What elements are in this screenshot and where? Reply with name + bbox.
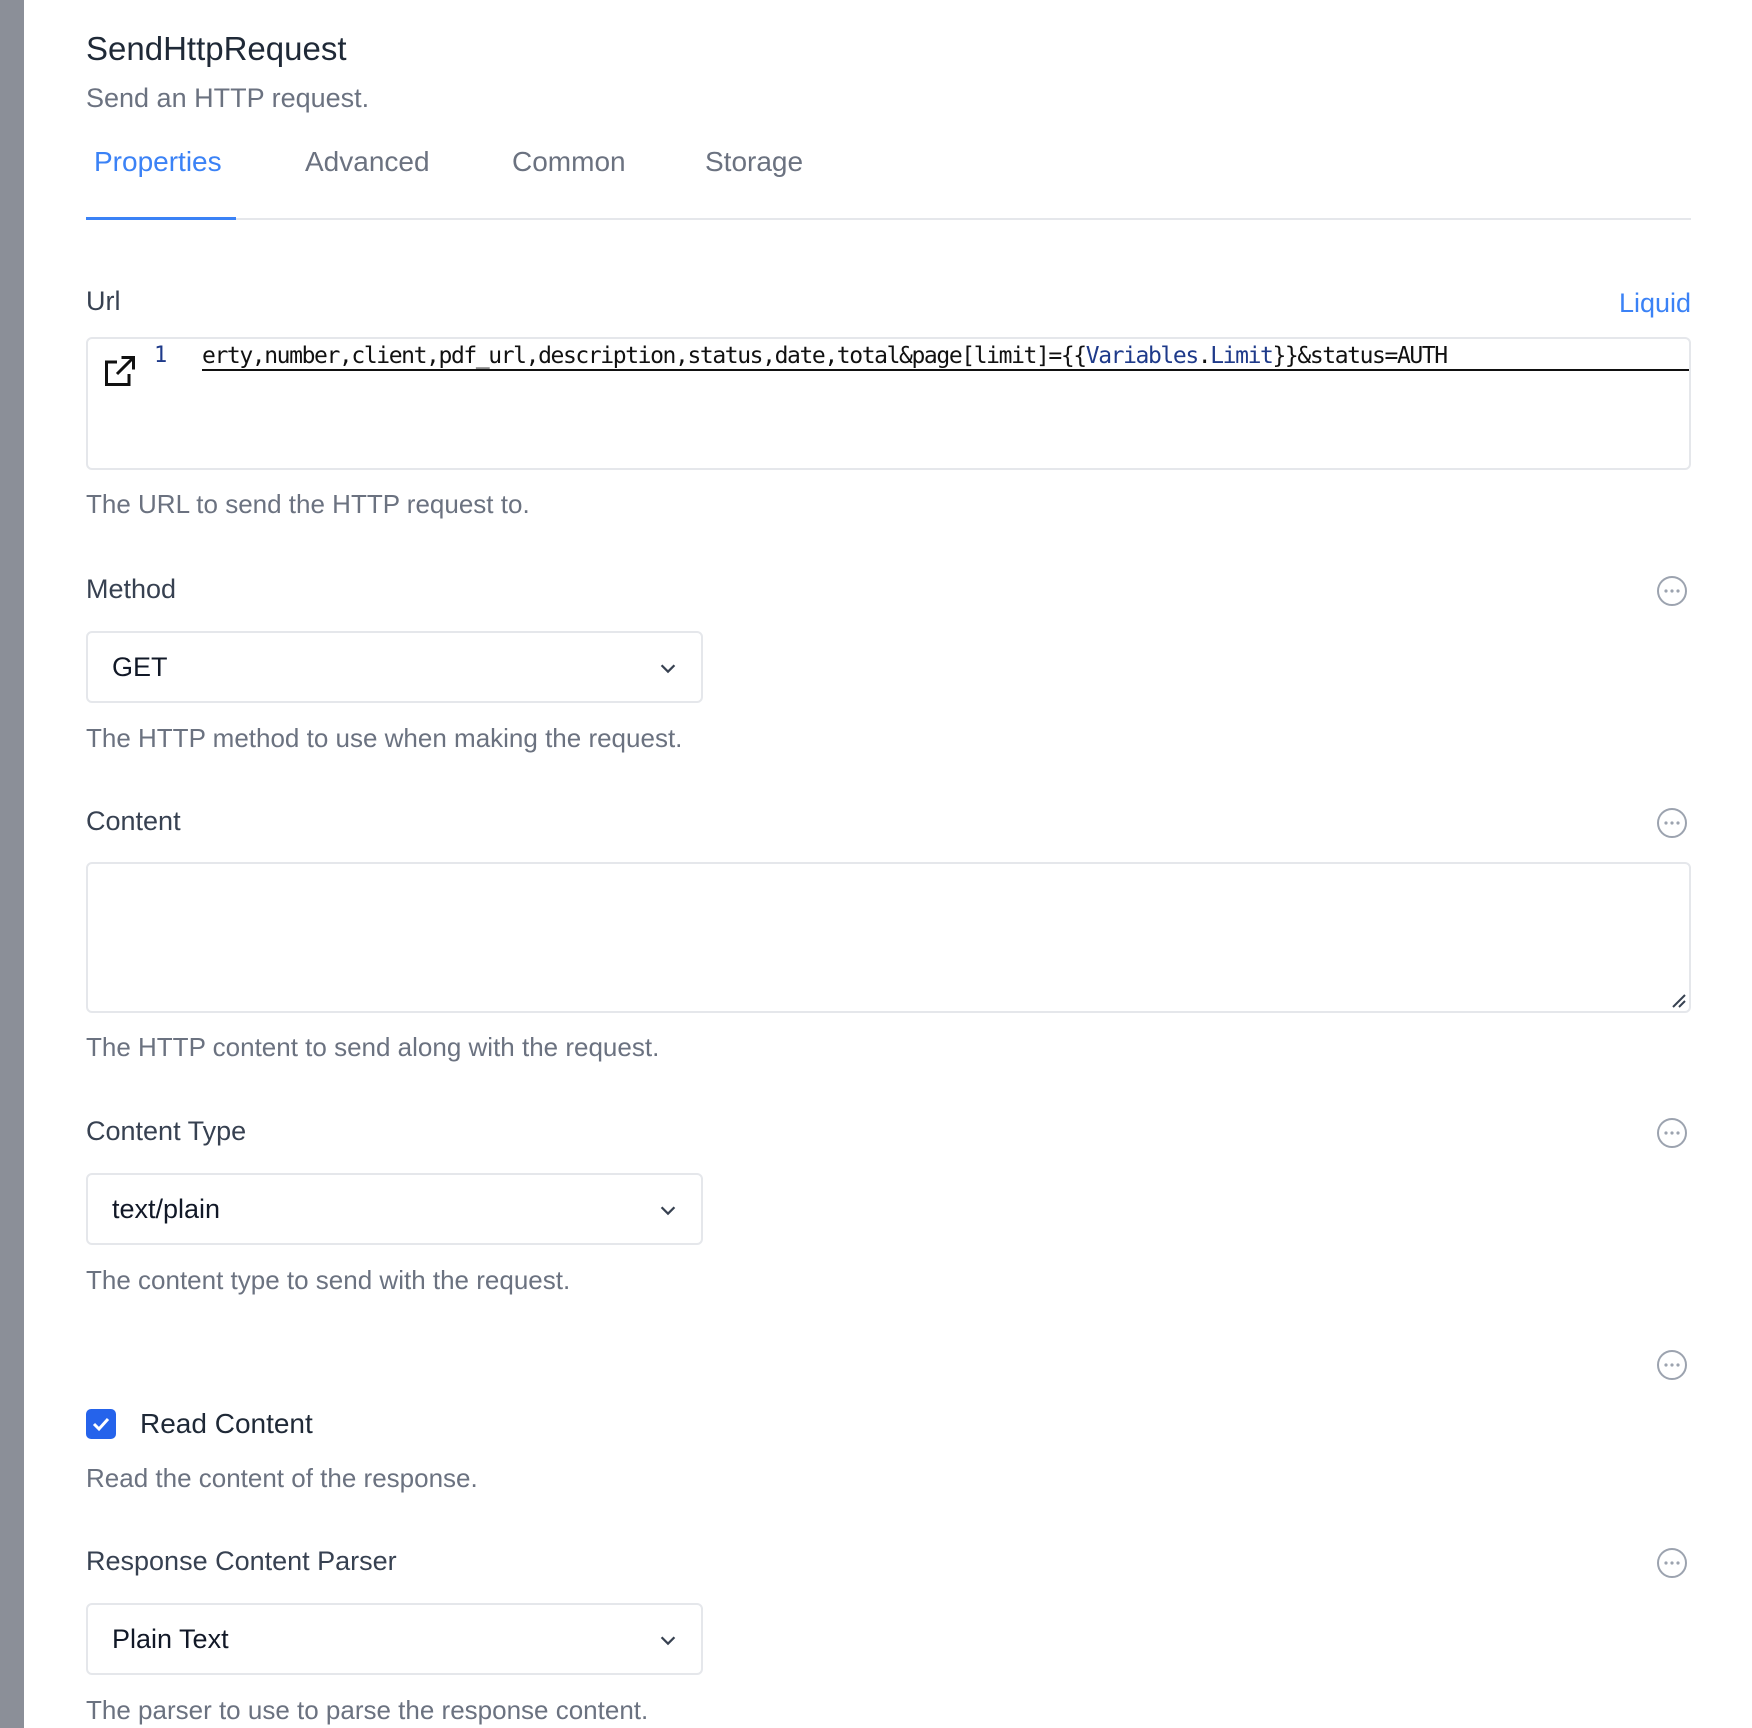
content-type-help: The content type to send with the reques… <box>86 1265 571 1295</box>
response-parser-label: Response Content Parser <box>86 1546 397 1576</box>
background-panel <box>0 0 24 1728</box>
resize-handle-icon[interactable] <box>1669 991 1687 1009</box>
line-number: 1 <box>154 343 168 368</box>
tab-common[interactable]: Common <box>512 146 626 178</box>
more-options-icon[interactable] <box>1656 1547 1688 1579</box>
url-label: Url <box>86 286 121 316</box>
method-value: GET <box>112 652 168 682</box>
code-variable: Limit <box>1210 343 1274 369</box>
more-options-icon[interactable] <box>1656 575 1688 607</box>
read-content-help: Read the content of the response. <box>86 1463 478 1493</box>
content-label: Content <box>86 806 181 836</box>
content-textarea[interactable] <box>86 862 1691 1013</box>
response-parser-select[interactable]: Plain Text <box>86 1603 703 1675</box>
tab-bar: Properties Advanced Common Storage <box>86 146 1691 220</box>
content-type-value: text/plain <box>112 1194 221 1224</box>
chevron-down-icon <box>660 1206 676 1216</box>
tab-properties[interactable]: Properties <box>94 146 222 178</box>
code-variable: Variables <box>1085 343 1199 369</box>
response-parser-value: Plain Text <box>112 1624 229 1654</box>
code-text: erty,number,client,pdf_url,description,s… <box>202 343 1087 369</box>
more-options-icon[interactable] <box>1656 807 1688 839</box>
active-tab-indicator <box>86 217 236 220</box>
check-icon <box>92 1417 110 1432</box>
content-type-label: Content Type <box>86 1116 247 1146</box>
page-subtitle: Send an HTTP request. <box>86 83 370 113</box>
response-parser-help: The parser to use to parse the response … <box>86 1695 649 1725</box>
url-editor[interactable]: 1 erty,number,client,pdf_url,description… <box>86 337 1691 470</box>
code-text: }}&status=AUTH <box>1272 343 1448 369</box>
content-type-select[interactable]: text/plain <box>86 1173 703 1245</box>
content-help: The HTTP content to send along with the … <box>86 1032 660 1062</box>
page-title: SendHttpRequest <box>86 30 347 67</box>
more-options-icon[interactable] <box>1656 1349 1688 1381</box>
url-help: The URL to send the HTTP request to. <box>86 489 530 519</box>
tab-advanced[interactable]: Advanced <box>305 146 430 178</box>
syntax-selector[interactable]: Liquid <box>1619 288 1691 319</box>
chevron-down-icon <box>660 664 676 674</box>
url-code[interactable]: erty,number,client,pdf_url,description,s… <box>202 343 1689 371</box>
read-content-label[interactable]: Read Content <box>140 1408 313 1440</box>
chevron-down-icon <box>660 1636 676 1646</box>
code-text: . <box>1197 343 1212 369</box>
method-select[interactable]: GET <box>86 631 703 703</box>
method-label: Method <box>86 574 177 604</box>
more-options-icon[interactable] <box>1656 1117 1688 1149</box>
method-help: The HTTP method to use when making the r… <box>86 723 683 753</box>
tab-storage[interactable]: Storage <box>705 146 803 178</box>
external-link-icon[interactable] <box>102 353 138 389</box>
read-content-checkbox[interactable] <box>86 1409 116 1439</box>
